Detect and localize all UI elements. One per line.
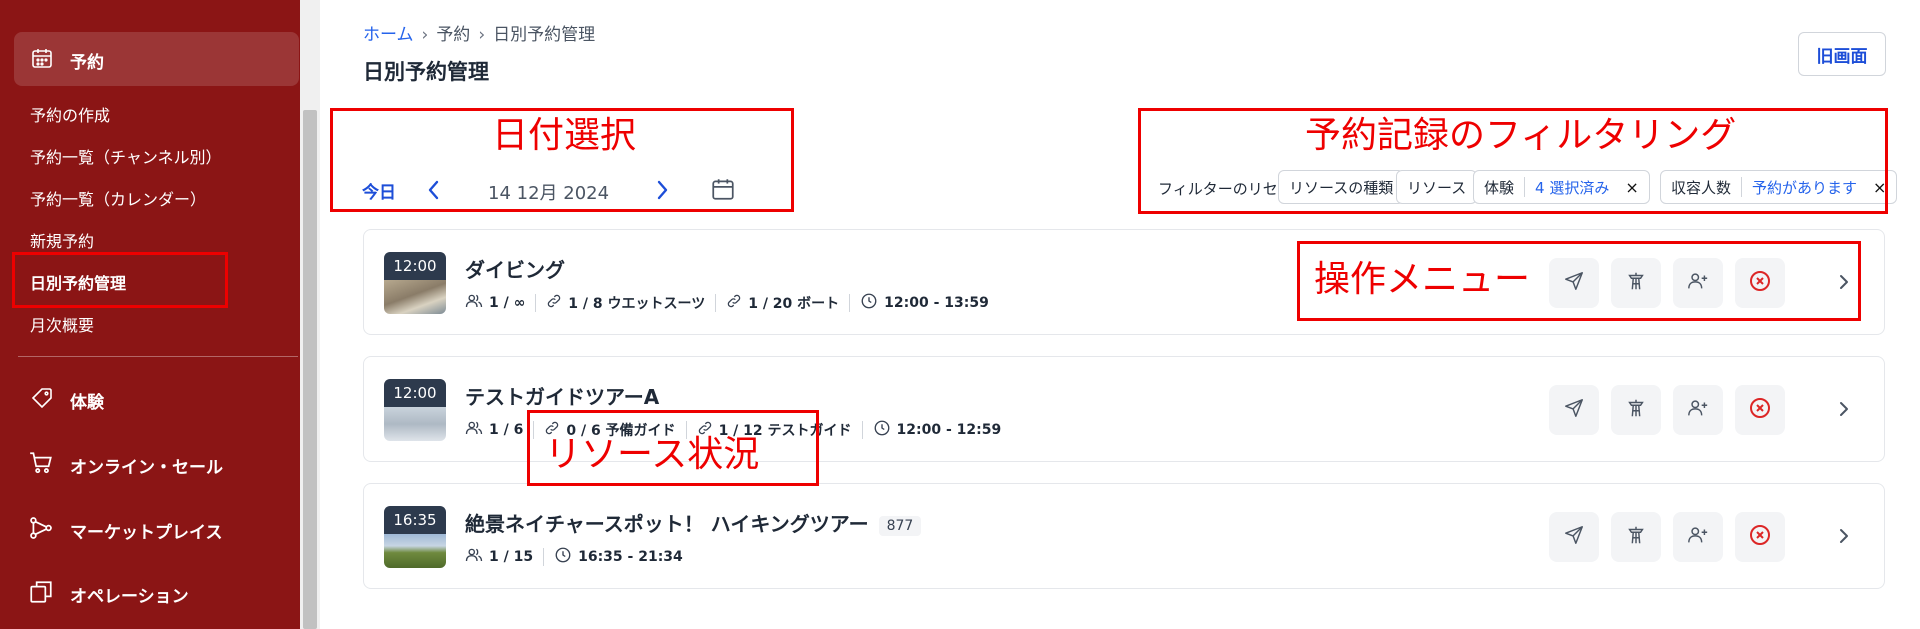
old-screen-button[interactable]: 旧画面 bbox=[1798, 32, 1886, 76]
chevron-right-icon[interactable] bbox=[1834, 525, 1854, 551]
send-icon bbox=[1563, 524, 1585, 550]
booking-title[interactable]: ダイビング bbox=[465, 254, 565, 283]
breadcrumb-home[interactable]: ホーム bbox=[363, 25, 414, 45]
meta-divider bbox=[849, 294, 851, 312]
breadcrumb-separator: › bbox=[421, 25, 429, 45]
sidebar-active-highlight bbox=[14, 32, 299, 86]
annotation-label-operations-menu: 操作メニュー bbox=[1314, 259, 1531, 300]
link-icon bbox=[546, 293, 568, 313]
resource-status: 1 / 8 ウエットスーツ bbox=[568, 296, 706, 312]
guide-icon bbox=[1625, 524, 1647, 550]
meta-divider bbox=[861, 421, 863, 439]
cancel-button[interactable] bbox=[1735, 385, 1785, 435]
booking-code-badge: 877 bbox=[878, 515, 922, 536]
link-icon bbox=[726, 293, 748, 313]
users-icon bbox=[465, 419, 489, 441]
breadcrumb-reservations[interactable]: 予約 bbox=[436, 25, 470, 45]
cancel-button[interactable] bbox=[1735, 512, 1785, 562]
sidebar-sub-list-calendar[interactable]: 予約一覧（カレンダー） bbox=[30, 186, 206, 210]
capacity-count: 1 / 15 bbox=[489, 549, 534, 565]
calendar-icon bbox=[30, 46, 54, 74]
sidebar-divider bbox=[18, 356, 298, 357]
sidebar-sub-list-channel[interactable]: 予約一覧（チャンネル別） bbox=[30, 144, 222, 168]
time-range: 12:00 - 13:59 bbox=[884, 295, 989, 311]
operations-menu bbox=[1549, 512, 1797, 562]
time-range: 12:00 - 12:59 bbox=[896, 422, 1002, 438]
sidebar-sub-monthly[interactable]: 月次概要 bbox=[30, 312, 94, 336]
sidebar-item-reservations[interactable]: 予約 bbox=[70, 48, 104, 73]
booking-thumbnail: 16:35 bbox=[384, 506, 446, 568]
sidebar: 予約 予約の作成 予約一覧（チャンネル別） 予約一覧（カレンダー） 新規予約 日… bbox=[0, 0, 300, 629]
booking-title[interactable]: テストガイドツアーA bbox=[465, 381, 659, 410]
booking-meta: 1 / ∞ 1 / 8 ウエットスーツ 1 / 20 ボート 12:00 - 1… bbox=[465, 292, 989, 314]
guide-icon bbox=[1625, 397, 1647, 423]
capacity-count: 1 / 6 bbox=[489, 422, 524, 438]
sidebar-scrollbar-thumb[interactable] bbox=[303, 110, 317, 629]
resource-status: 1 / 20 ボート bbox=[748, 296, 840, 312]
send-button[interactable] bbox=[1549, 385, 1599, 435]
booking-thumbnail: 12:00 bbox=[384, 252, 446, 314]
meta-divider bbox=[715, 294, 717, 312]
add-participant-button[interactable] bbox=[1673, 512, 1723, 562]
clock-icon bbox=[860, 292, 884, 314]
chevron-right-icon[interactable] bbox=[1834, 398, 1854, 424]
booking-time: 16:35 bbox=[384, 506, 446, 534]
booking-image bbox=[384, 407, 446, 441]
booking-time: 12:00 bbox=[384, 252, 446, 280]
booking-time: 12:00 bbox=[384, 379, 446, 407]
add-participant-button[interactable] bbox=[1673, 385, 1723, 435]
guide-button[interactable] bbox=[1611, 385, 1661, 435]
meta-divider bbox=[535, 294, 537, 312]
breadcrumb-current: 日別予約管理 bbox=[493, 25, 596, 45]
send-icon bbox=[1563, 397, 1585, 423]
annotation-label-resource-status: リソース状況 bbox=[545, 434, 760, 475]
breadcrumb-separator: › bbox=[478, 25, 486, 45]
guide-button[interactable] bbox=[1611, 512, 1661, 562]
booking-title-row: 絶景ネイチャースポット！ ハイキングツアー 877 bbox=[465, 508, 922, 537]
add-user-icon bbox=[1687, 397, 1709, 423]
add-user-icon bbox=[1687, 524, 1709, 550]
users-icon bbox=[465, 546, 489, 568]
booking-image bbox=[384, 534, 446, 568]
tag-icon bbox=[30, 386, 54, 414]
clock-icon bbox=[873, 419, 897, 441]
page-title: 日別予約管理 bbox=[363, 60, 489, 84]
operations-menu bbox=[1549, 385, 1797, 435]
breadcrumb: ホーム › 予約 › 日別予約管理 bbox=[363, 20, 595, 45]
cancel-icon bbox=[1748, 523, 1772, 551]
sidebar-item-online-sale[interactable]: オンライン・セール bbox=[70, 453, 223, 478]
booking-thumbnail: 12:00 bbox=[384, 379, 446, 441]
booking-meta: 1 / 15 16:35 - 21:34 bbox=[465, 546, 683, 568]
copy-icon bbox=[28, 579, 54, 609]
capacity-count: 1 / ∞ bbox=[489, 295, 526, 311]
sidebar-item-marketplace[interactable]: マーケットプレイス bbox=[70, 518, 223, 543]
sidebar-sub-new[interactable]: 新規予約 bbox=[30, 228, 94, 252]
cart-icon bbox=[28, 450, 54, 480]
annotation-box-daily-management bbox=[12, 252, 228, 308]
time-range: 16:35 - 21:34 bbox=[578, 549, 683, 565]
booking-card[interactable]: 16:35 絶景ネイチャースポット！ ハイキングツアー 877 1 / 15 16… bbox=[363, 483, 1885, 589]
sidebar-item-operations[interactable]: オペレーション bbox=[70, 582, 189, 607]
clock-icon bbox=[554, 546, 578, 568]
send-button[interactable] bbox=[1549, 512, 1599, 562]
sidebar-sub-create[interactable]: 予約の作成 bbox=[30, 102, 110, 126]
cancel-icon bbox=[1748, 396, 1772, 424]
sidebar-item-experience[interactable]: 体験 bbox=[70, 388, 104, 413]
users-icon bbox=[465, 292, 489, 314]
booking-title[interactable]: 絶景ネイチャースポット！ ハイキングツアー bbox=[465, 512, 869, 536]
meta-divider bbox=[543, 548, 545, 566]
annotation-label-filtering: 予約記録のフィルタリング bbox=[1305, 115, 1737, 156]
annotation-label-date-select: 日付選択 bbox=[492, 115, 637, 156]
marketplace-icon bbox=[28, 515, 54, 545]
booking-image bbox=[384, 280, 446, 314]
